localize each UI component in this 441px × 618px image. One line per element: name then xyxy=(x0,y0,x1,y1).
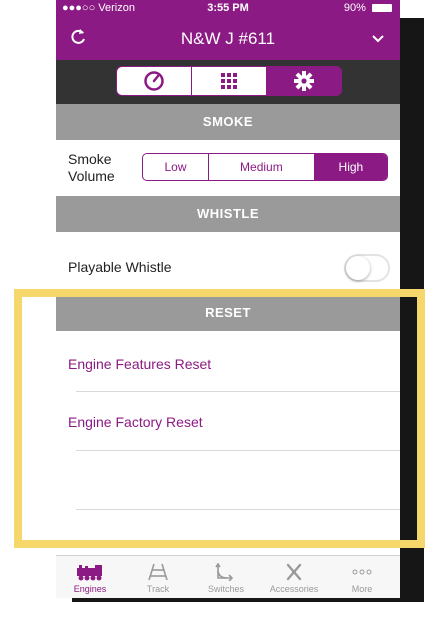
playable-whistle-toggle[interactable] xyxy=(344,254,390,282)
tab-accessories[interactable]: Accessories xyxy=(260,556,328,594)
status-bar: ●●●○○ Verizon 3:55 PM 90% xyxy=(56,0,400,18)
more-dots-icon xyxy=(352,569,372,575)
gauge-icon xyxy=(144,71,164,91)
smoke-high-option[interactable]: High xyxy=(313,154,387,180)
tab-accessories-label: Accessories xyxy=(269,584,319,594)
view-segment-bar xyxy=(56,60,400,104)
bottom-tab-bar: Engines Track Switches Accessories More xyxy=(56,555,400,598)
tab-switches-label: Switches xyxy=(207,584,244,594)
tab-engines-label: Engines xyxy=(73,584,107,594)
smoke-volume-label-line1: Smoke xyxy=(68,151,112,167)
nav-bar: N&W J #611 xyxy=(56,18,400,60)
tab-track[interactable]: Track xyxy=(124,556,192,594)
smoke-volume-label-line2: Volume xyxy=(68,168,115,184)
battery-icon xyxy=(372,4,392,13)
tab-settings[interactable] xyxy=(266,66,342,96)
smoke-low-option[interactable]: Low xyxy=(143,154,208,180)
locomotive-icon xyxy=(77,565,102,581)
keypad-grid-icon xyxy=(221,73,237,89)
battery-indicator: 90% xyxy=(344,2,392,14)
playable-whistle-label: Playable Whistle xyxy=(68,259,172,275)
chevron-down-icon[interactable] xyxy=(370,30,386,46)
tab-speedometer[interactable] xyxy=(116,66,192,96)
tab-track-label: Track xyxy=(146,584,170,594)
engine-title[interactable]: N&W J #611 xyxy=(56,29,400,49)
smoke-section-header: SMOKE xyxy=(56,104,400,140)
tab-more-label: More xyxy=(351,584,373,594)
toggle-knob xyxy=(346,256,370,280)
gear-icon xyxy=(294,71,314,91)
accessories-icon xyxy=(286,563,302,581)
reset-highlight-frame xyxy=(14,289,425,548)
track-icon xyxy=(148,563,168,581)
tab-keypad[interactable] xyxy=(191,66,267,96)
tab-engines[interactable]: Engines xyxy=(56,556,124,594)
tab-more[interactable]: More xyxy=(328,556,396,594)
whistle-section-header: WHISTLE xyxy=(56,196,400,232)
switch-icon xyxy=(215,563,234,581)
smoke-volume-label: Smoke Volume xyxy=(68,151,115,185)
smoke-volume-selector: Low Medium High xyxy=(142,153,388,181)
smoke-medium-option[interactable]: Medium xyxy=(208,154,314,180)
tab-switches[interactable]: Switches xyxy=(192,556,260,594)
battery-percent: 90% xyxy=(343,2,366,14)
